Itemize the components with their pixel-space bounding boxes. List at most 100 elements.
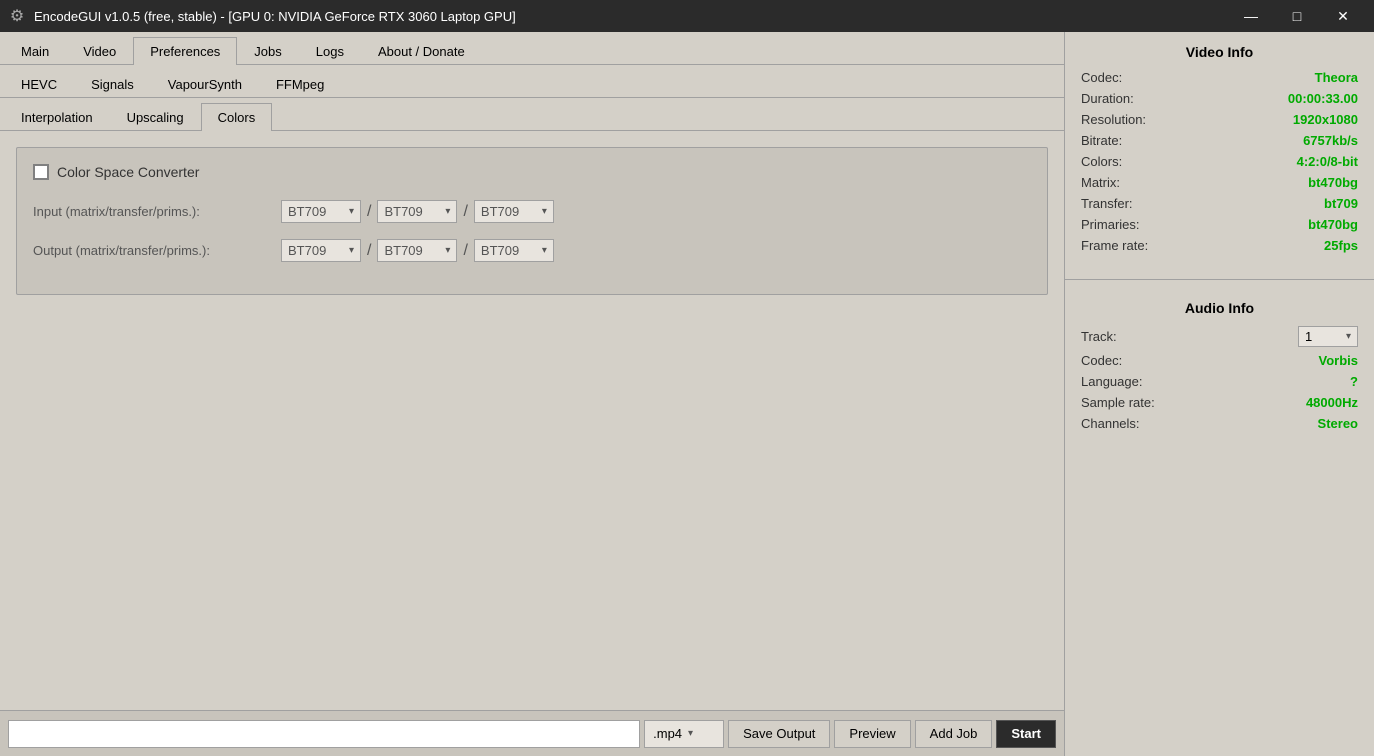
output-transfer-chevron-icon: ▾ — [445, 245, 450, 256]
output-prims-chevron-icon: ▾ — [542, 245, 547, 256]
output-label: Output (matrix/transfer/prims.): — [33, 243, 273, 258]
video-duration-value: 00:00:33.00 — [1288, 91, 1358, 106]
input-transfer-chevron-icon: ▾ — [445, 206, 450, 217]
preview-button[interactable]: Preview — [834, 720, 910, 748]
video-colors-key: Colors: — [1081, 154, 1122, 169]
audio-track-chevron-icon: ▾ — [1346, 331, 1351, 342]
title-bar-text: EncodeGUI v1.0.5 (free, stable) - [GPU 0… — [34, 9, 1228, 24]
audio-samplerate-key: Sample rate: — [1081, 395, 1155, 410]
bottom-bar: .mp4 ▾ Save Output Preview Add Job Start — [0, 710, 1064, 756]
output-sep2: / — [461, 242, 469, 260]
video-resolution-key: Resolution: — [1081, 112, 1146, 127]
right-panel: Video Info Codec: Theora Duration: 00:00… — [1064, 32, 1374, 756]
close-button[interactable]: ✕ — [1320, 0, 1366, 32]
audio-track-key: Track: — [1081, 329, 1117, 344]
audio-info-section: Audio Info Track: 1 ▾ Codec: Vorbis Lang… — [1065, 288, 1374, 449]
video-info-title: Video Info — [1081, 44, 1358, 60]
content-area: Color Space Converter Input (matrix/tran… — [0, 131, 1064, 710]
video-resolution-value: 1920x1080 — [1293, 112, 1358, 127]
input-prims-dropdown[interactable]: BT709 ▾ — [474, 200, 554, 223]
nav-video[interactable]: Video — [66, 37, 133, 65]
start-button[interactable]: Start — [996, 720, 1056, 748]
nav-preferences[interactable]: Preferences — [133, 37, 237, 65]
tab-hevc[interactable]: HEVC — [4, 70, 74, 98]
nav-jobs[interactable]: Jobs — [237, 37, 298, 65]
audio-channels-key: Channels: — [1081, 416, 1140, 431]
tab-interpolation[interactable]: Interpolation — [4, 103, 110, 131]
video-transfer-row: Transfer: bt709 — [1081, 196, 1358, 211]
audio-track-select[interactable]: 1 ▾ — [1298, 326, 1358, 347]
format-chevron-icon: ▾ — [688, 728, 693, 739]
title-bar: ⚙ EncodeGUI v1.0.5 (free, stable) - [GPU… — [0, 0, 1374, 32]
nav-about[interactable]: About / Donate — [361, 37, 482, 65]
minimize-button[interactable]: — — [1228, 0, 1274, 32]
input-sep1: / — [365, 203, 373, 221]
sub-nav-2: Interpolation Upscaling Colors — [0, 98, 1064, 131]
video-matrix-key: Matrix: — [1081, 175, 1120, 190]
format-value: .mp4 — [653, 726, 682, 741]
video-colors-row: Colors: 4:2:0/8-bit — [1081, 154, 1358, 169]
output-path-input[interactable] — [8, 720, 640, 748]
audio-samplerate-value: 48000Hz — [1306, 395, 1358, 410]
audio-channels-value: Stereo — [1318, 416, 1358, 431]
input-label: Input (matrix/transfer/prims.): — [33, 204, 273, 219]
video-bitrate-row: Bitrate: 6757kb/s — [1081, 133, 1358, 148]
format-dropdown[interactable]: .mp4 ▾ — [644, 720, 724, 748]
input-prims-chevron-icon: ▾ — [542, 206, 547, 217]
left-panel: Main Video Preferences Jobs Logs About /… — [0, 32, 1064, 756]
output-matrix-dropdown[interactable]: BT709 ▾ — [281, 239, 361, 262]
input-matrix-dropdown[interactable]: BT709 ▾ — [281, 200, 361, 223]
video-codec-row: Codec: Theora — [1081, 70, 1358, 85]
video-resolution-row: Resolution: 1920x1080 — [1081, 112, 1358, 127]
sub-nav-1: HEVC Signals VapourSynth FFMpeg — [0, 65, 1064, 98]
video-duration-row: Duration: 00:00:33.00 — [1081, 91, 1358, 106]
tab-upscaling[interactable]: Upscaling — [110, 103, 201, 131]
input-dropdowns: BT709 ▾ / BT709 ▾ / BT709 ▾ — [281, 200, 554, 223]
tab-ffmpeg[interactable]: FFMpeg — [259, 70, 341, 98]
color-card: Color Space Converter Input (matrix/tran… — [16, 147, 1048, 295]
video-transfer-key: Transfer: — [1081, 196, 1133, 211]
output-dropdowns: BT709 ▾ / BT709 ▾ / BT709 ▾ — [281, 239, 554, 262]
video-matrix-row: Matrix: bt470bg — [1081, 175, 1358, 190]
top-nav: Main Video Preferences Jobs Logs About /… — [0, 32, 1064, 65]
audio-track-value: 1 — [1305, 329, 1312, 344]
input-sep2: / — [461, 203, 469, 221]
window-controls: — □ ✕ — [1228, 0, 1366, 32]
tab-signals[interactable]: Signals — [74, 70, 151, 98]
video-primaries-value: bt470bg — [1308, 217, 1358, 232]
output-prims-dropdown[interactable]: BT709 ▾ — [474, 239, 554, 262]
audio-language-row: Language: ? — [1081, 374, 1358, 389]
video-primaries-key: Primaries: — [1081, 217, 1140, 232]
tab-colors[interactable]: Colors — [201, 103, 273, 131]
output-sep1: / — [365, 242, 373, 260]
input-row: Input (matrix/transfer/prims.): BT709 ▾ … — [33, 200, 1031, 223]
audio-channels-row: Channels: Stereo — [1081, 416, 1358, 431]
audio-language-value: ? — [1350, 374, 1358, 389]
video-transfer-value: bt709 — [1324, 196, 1358, 211]
video-framerate-row: Frame rate: 25fps — [1081, 238, 1358, 253]
output-matrix-chevron-icon: ▾ — [349, 245, 354, 256]
video-framerate-value: 25fps — [1324, 238, 1358, 253]
video-duration-key: Duration: — [1081, 91, 1134, 106]
video-info-section: Video Info Codec: Theora Duration: 00:00… — [1065, 32, 1374, 271]
nav-logs[interactable]: Logs — [299, 37, 361, 65]
output-row: Output (matrix/transfer/prims.): BT709 ▾… — [33, 239, 1031, 262]
color-space-converter-checkbox[interactable] — [33, 164, 49, 180]
input-transfer-dropdown[interactable]: BT709 ▾ — [377, 200, 457, 223]
add-job-button[interactable]: Add Job — [915, 720, 993, 748]
restore-button[interactable]: □ — [1274, 0, 1320, 32]
audio-track-row: Track: 1 ▾ — [1081, 326, 1358, 347]
color-space-converter-label: Color Space Converter — [57, 164, 199, 180]
audio-codec-key: Codec: — [1081, 353, 1122, 368]
nav-main[interactable]: Main — [4, 37, 66, 65]
audio-codec-row: Codec: Vorbis — [1081, 353, 1358, 368]
color-space-converter-row: Color Space Converter — [33, 164, 1031, 180]
output-transfer-dropdown[interactable]: BT709 ▾ — [377, 239, 457, 262]
video-codec-value: Theora — [1315, 70, 1358, 85]
video-bitrate-value: 6757kb/s — [1303, 133, 1358, 148]
video-bitrate-key: Bitrate: — [1081, 133, 1122, 148]
audio-language-key: Language: — [1081, 374, 1142, 389]
tab-vapoursynth[interactable]: VapourSynth — [151, 70, 259, 98]
save-output-button[interactable]: Save Output — [728, 720, 830, 748]
audio-codec-value: Vorbis — [1319, 353, 1359, 368]
